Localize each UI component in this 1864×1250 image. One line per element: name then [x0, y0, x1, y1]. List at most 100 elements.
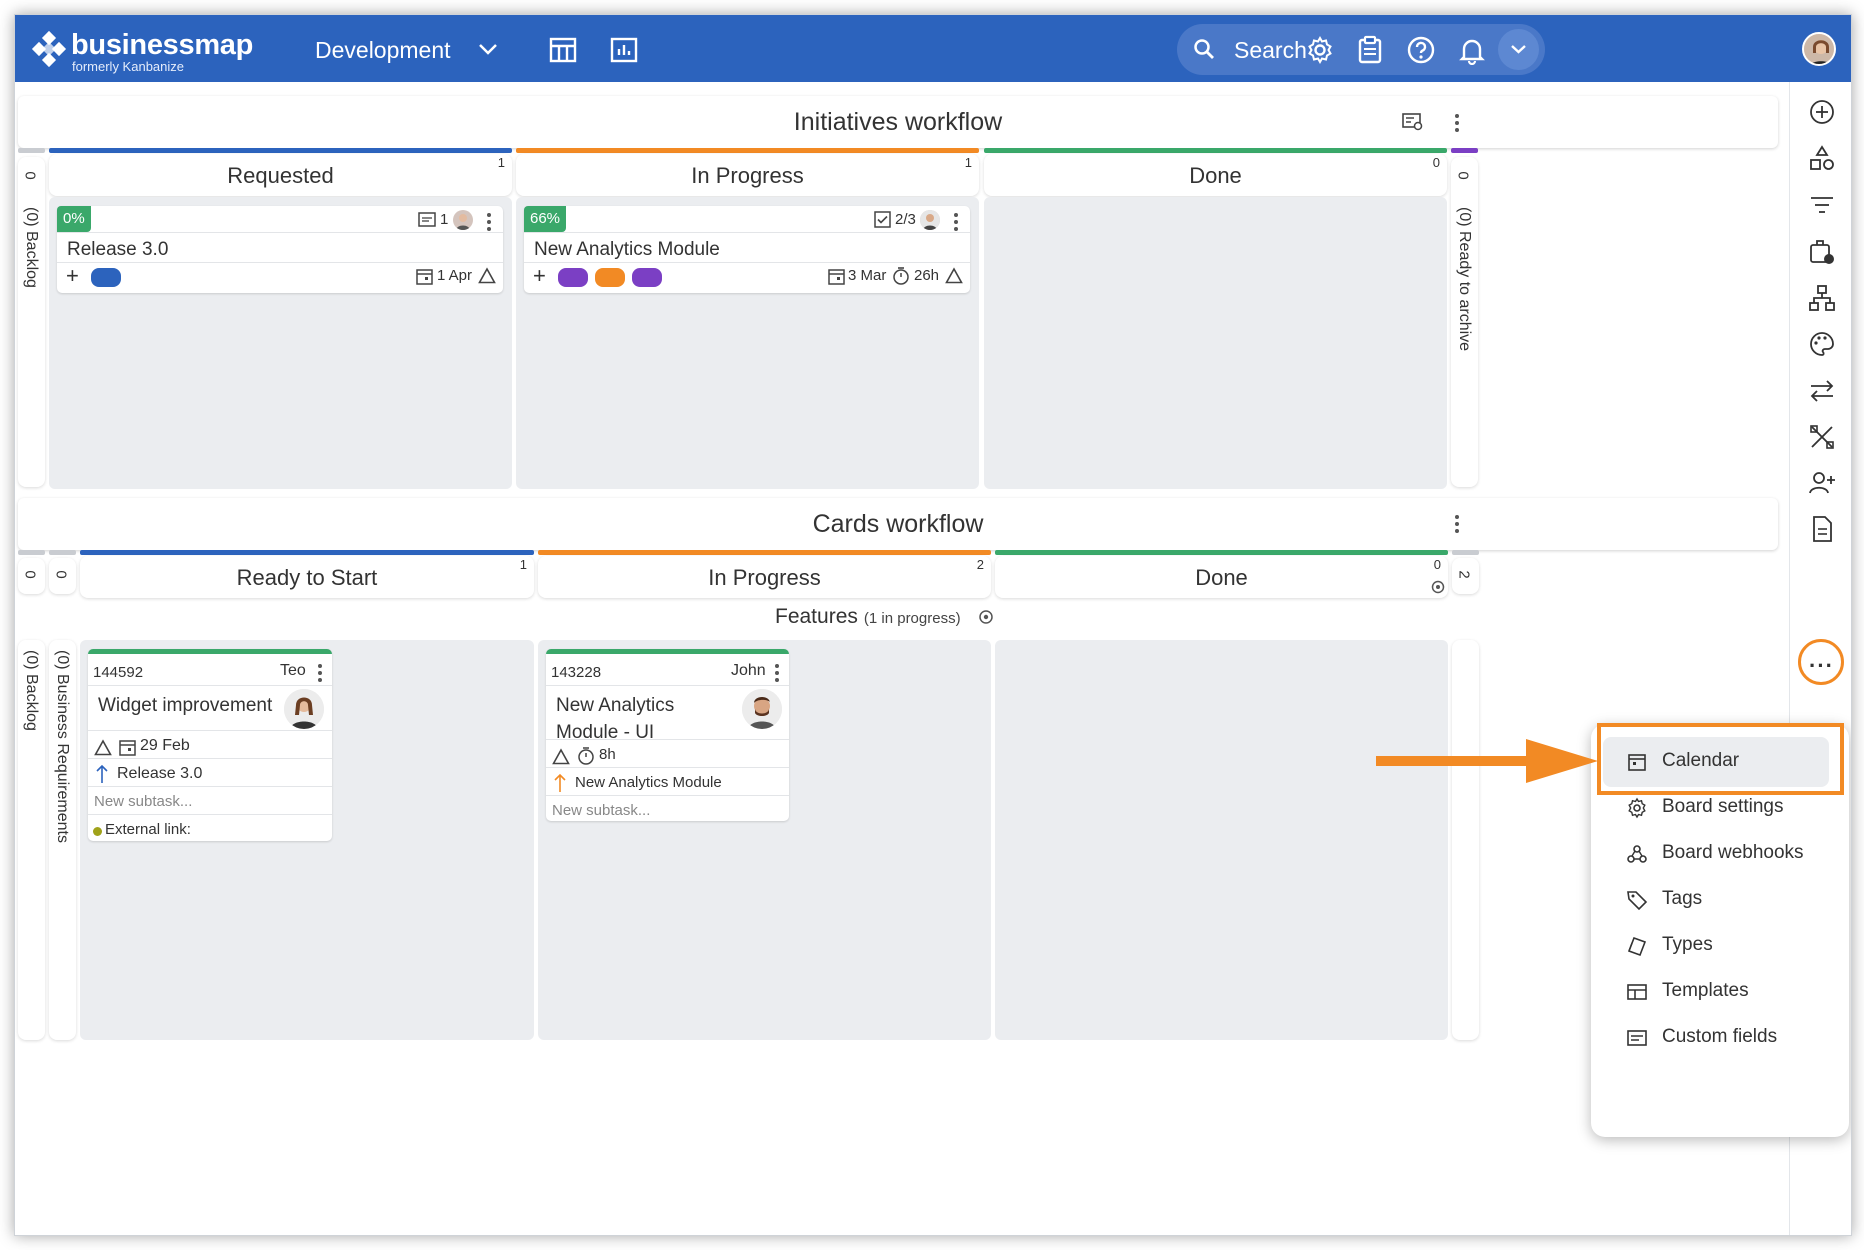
policy-icon[interactable]	[978, 609, 994, 625]
backlog-label: (0) Backlog	[23, 207, 40, 288]
menu-item-types[interactable]: Types	[1603, 921, 1829, 971]
card-id: 144592	[93, 664, 144, 681]
priority-triangle-icon	[94, 739, 112, 756]
bell-icon[interactable]	[1457, 35, 1487, 65]
tag-icon	[1627, 891, 1648, 911]
collapsed-column[interactable]: 0	[49, 558, 76, 594]
lane-done	[984, 197, 1447, 489]
priority-triangle-icon	[478, 267, 496, 284]
card-tag[interactable]	[91, 268, 121, 287]
initiatives-backlog-collapsed[interactable]: 0 (0) Backlog	[18, 157, 45, 487]
swimlane-header[interactable]: Features (1 in progress)	[775, 605, 994, 629]
board-area: Initiatives workflow 0 (0) Backlog Reque…	[15, 82, 1789, 1235]
add-user-icon[interactable]	[1807, 468, 1837, 498]
requested-stripe	[49, 148, 512, 153]
palette-icon[interactable]	[1807, 329, 1837, 359]
card-avatar[interactable]	[284, 689, 324, 729]
search-input[interactable]: Search	[1234, 37, 1307, 64]
archive-count: 0	[1454, 171, 1472, 180]
progress-badge: 66%	[524, 206, 567, 232]
tools-icon[interactable]	[1807, 422, 1837, 452]
card-deadline: 1 Apr	[437, 267, 473, 284]
backlog-collapsed[interactable]: (0) Backlog	[18, 640, 45, 1040]
policy-icon[interactable]	[1431, 580, 1445, 594]
parent-card-title: New Analytics Module	[575, 774, 722, 791]
filter-icon[interactable]	[1807, 190, 1837, 220]
top-bar: businessmap formerly Kanbanize Developme…	[15, 15, 1851, 82]
initiatives-workflow-header: Initiatives workflow	[18, 96, 1778, 148]
card-tag[interactable]	[632, 268, 662, 287]
column-header-done[interactable]: Done 0	[984, 154, 1447, 196]
done-stripe	[984, 148, 1447, 153]
collapsed-count: 2	[1455, 570, 1473, 579]
new-subtask-input[interactable]: New subtask...	[94, 793, 192, 810]
hierarchy-icon[interactable]	[1807, 283, 1837, 313]
card-title[interactable]: Release 3.0	[67, 239, 168, 261]
card-title[interactable]: New Analytics Module - UI	[556, 692, 741, 746]
initiative-card[interactable]: 0% 1 Release 3.0 + 1 Apr	[57, 206, 503, 293]
workspace-selector[interactable]: Development	[315, 37, 451, 64]
add-tag-icon[interactable]: +	[533, 263, 546, 289]
card-title[interactable]: New Analytics Module	[534, 239, 720, 261]
menu-item-custom-fields[interactable]: Custom fields	[1603, 1013, 1829, 1063]
clipboard-icon[interactable]	[1355, 35, 1385, 65]
backlog-count: 0	[21, 171, 39, 180]
add-tag-icon[interactable]: +	[66, 263, 79, 289]
types-icon	[1627, 936, 1647, 957]
column-header-ready-to-start[interactable]: Ready to Start 1	[80, 556, 534, 598]
column-title: In Progress	[691, 163, 804, 188]
businessmap-logo[interactable]	[29, 29, 69, 69]
collapsed-column[interactable]: 0	[18, 558, 45, 594]
brand-name[interactable]: businessmap	[71, 29, 253, 62]
chevron-down-icon[interactable]	[477, 42, 499, 56]
card-more-icon[interactable]	[317, 662, 323, 684]
card-more-icon[interactable]	[774, 662, 780, 684]
ready-to-archive-collapsed[interactable]: 0 (0) Ready to archive	[1451, 157, 1478, 487]
task-card[interactable]: 143228 John New Analytics Module - UI 8h…	[546, 649, 789, 821]
gear-icon[interactable]	[1305, 35, 1335, 65]
external-link-label[interactable]: External link:	[105, 821, 191, 838]
menu-item-board-webhooks[interactable]: Board webhooks	[1603, 829, 1829, 879]
search-dropdown-button[interactable]	[1498, 29, 1539, 70]
column-count: 0	[1432, 155, 1440, 170]
shapes-icon[interactable]	[1807, 144, 1837, 174]
swap-icon[interactable]	[1807, 376, 1837, 406]
document-icon[interactable]	[1807, 514, 1837, 544]
card-more-icon[interactable]	[953, 211, 959, 233]
menu-item-tags[interactable]: Tags	[1603, 875, 1829, 925]
card-avatar[interactable]	[453, 210, 473, 230]
workflow-more-icon[interactable]	[1454, 513, 1460, 535]
menu-item-templates[interactable]: Templates	[1603, 967, 1829, 1017]
collapsed-column[interactable]	[1452, 640, 1479, 1040]
work-schedule-icon[interactable]	[1807, 237, 1837, 267]
cards-workflow-title: Cards workflow	[812, 510, 984, 538]
add-icon[interactable]	[1807, 97, 1837, 127]
analytics-icon[interactable]	[609, 35, 639, 65]
lane-done	[995, 640, 1448, 1040]
help-icon[interactable]	[1406, 35, 1436, 65]
board-view-icon[interactable]	[548, 35, 578, 65]
collapsed-count: 0	[52, 570, 70, 579]
backlog-label: (0) Backlog	[23, 650, 40, 731]
priority-triangle-icon	[552, 748, 570, 765]
column-header-done[interactable]: Done 0	[995, 556, 1448, 598]
card-more-icon[interactable]	[486, 211, 492, 233]
swimlane-info: (1 in progress)	[863, 610, 961, 627]
column-header-in-progress[interactable]: In Progress 2	[538, 556, 991, 598]
workflow-settings-icon[interactable]	[1402, 112, 1424, 132]
card-tag[interactable]	[558, 268, 588, 287]
column-header-requested[interactable]: Requested 1	[49, 154, 512, 196]
column-header-in-progress[interactable]: In Progress 1	[516, 154, 979, 196]
card-title[interactable]: Widget improvement	[98, 692, 272, 719]
new-subtask-input[interactable]: New subtask...	[552, 802, 650, 819]
workflow-more-icon[interactable]	[1454, 112, 1460, 134]
card-tag[interactable]	[595, 268, 625, 287]
task-card[interactable]: 144592 Teo Widget improvement 29 Feb Rel…	[88, 649, 332, 841]
more-options-button[interactable]: ···	[1798, 639, 1844, 685]
initiative-card[interactable]: 66% 2/3 New Analytics Module + 3 Mar 26h	[524, 206, 970, 293]
card-avatar[interactable]	[742, 689, 782, 729]
collapsed-column[interactable]: 2	[1452, 558, 1479, 594]
card-avatar[interactable]	[920, 210, 940, 230]
business-requirements-collapsed[interactable]: (0) Business Requirements	[49, 640, 76, 1040]
user-avatar[interactable]	[1802, 32, 1836, 66]
